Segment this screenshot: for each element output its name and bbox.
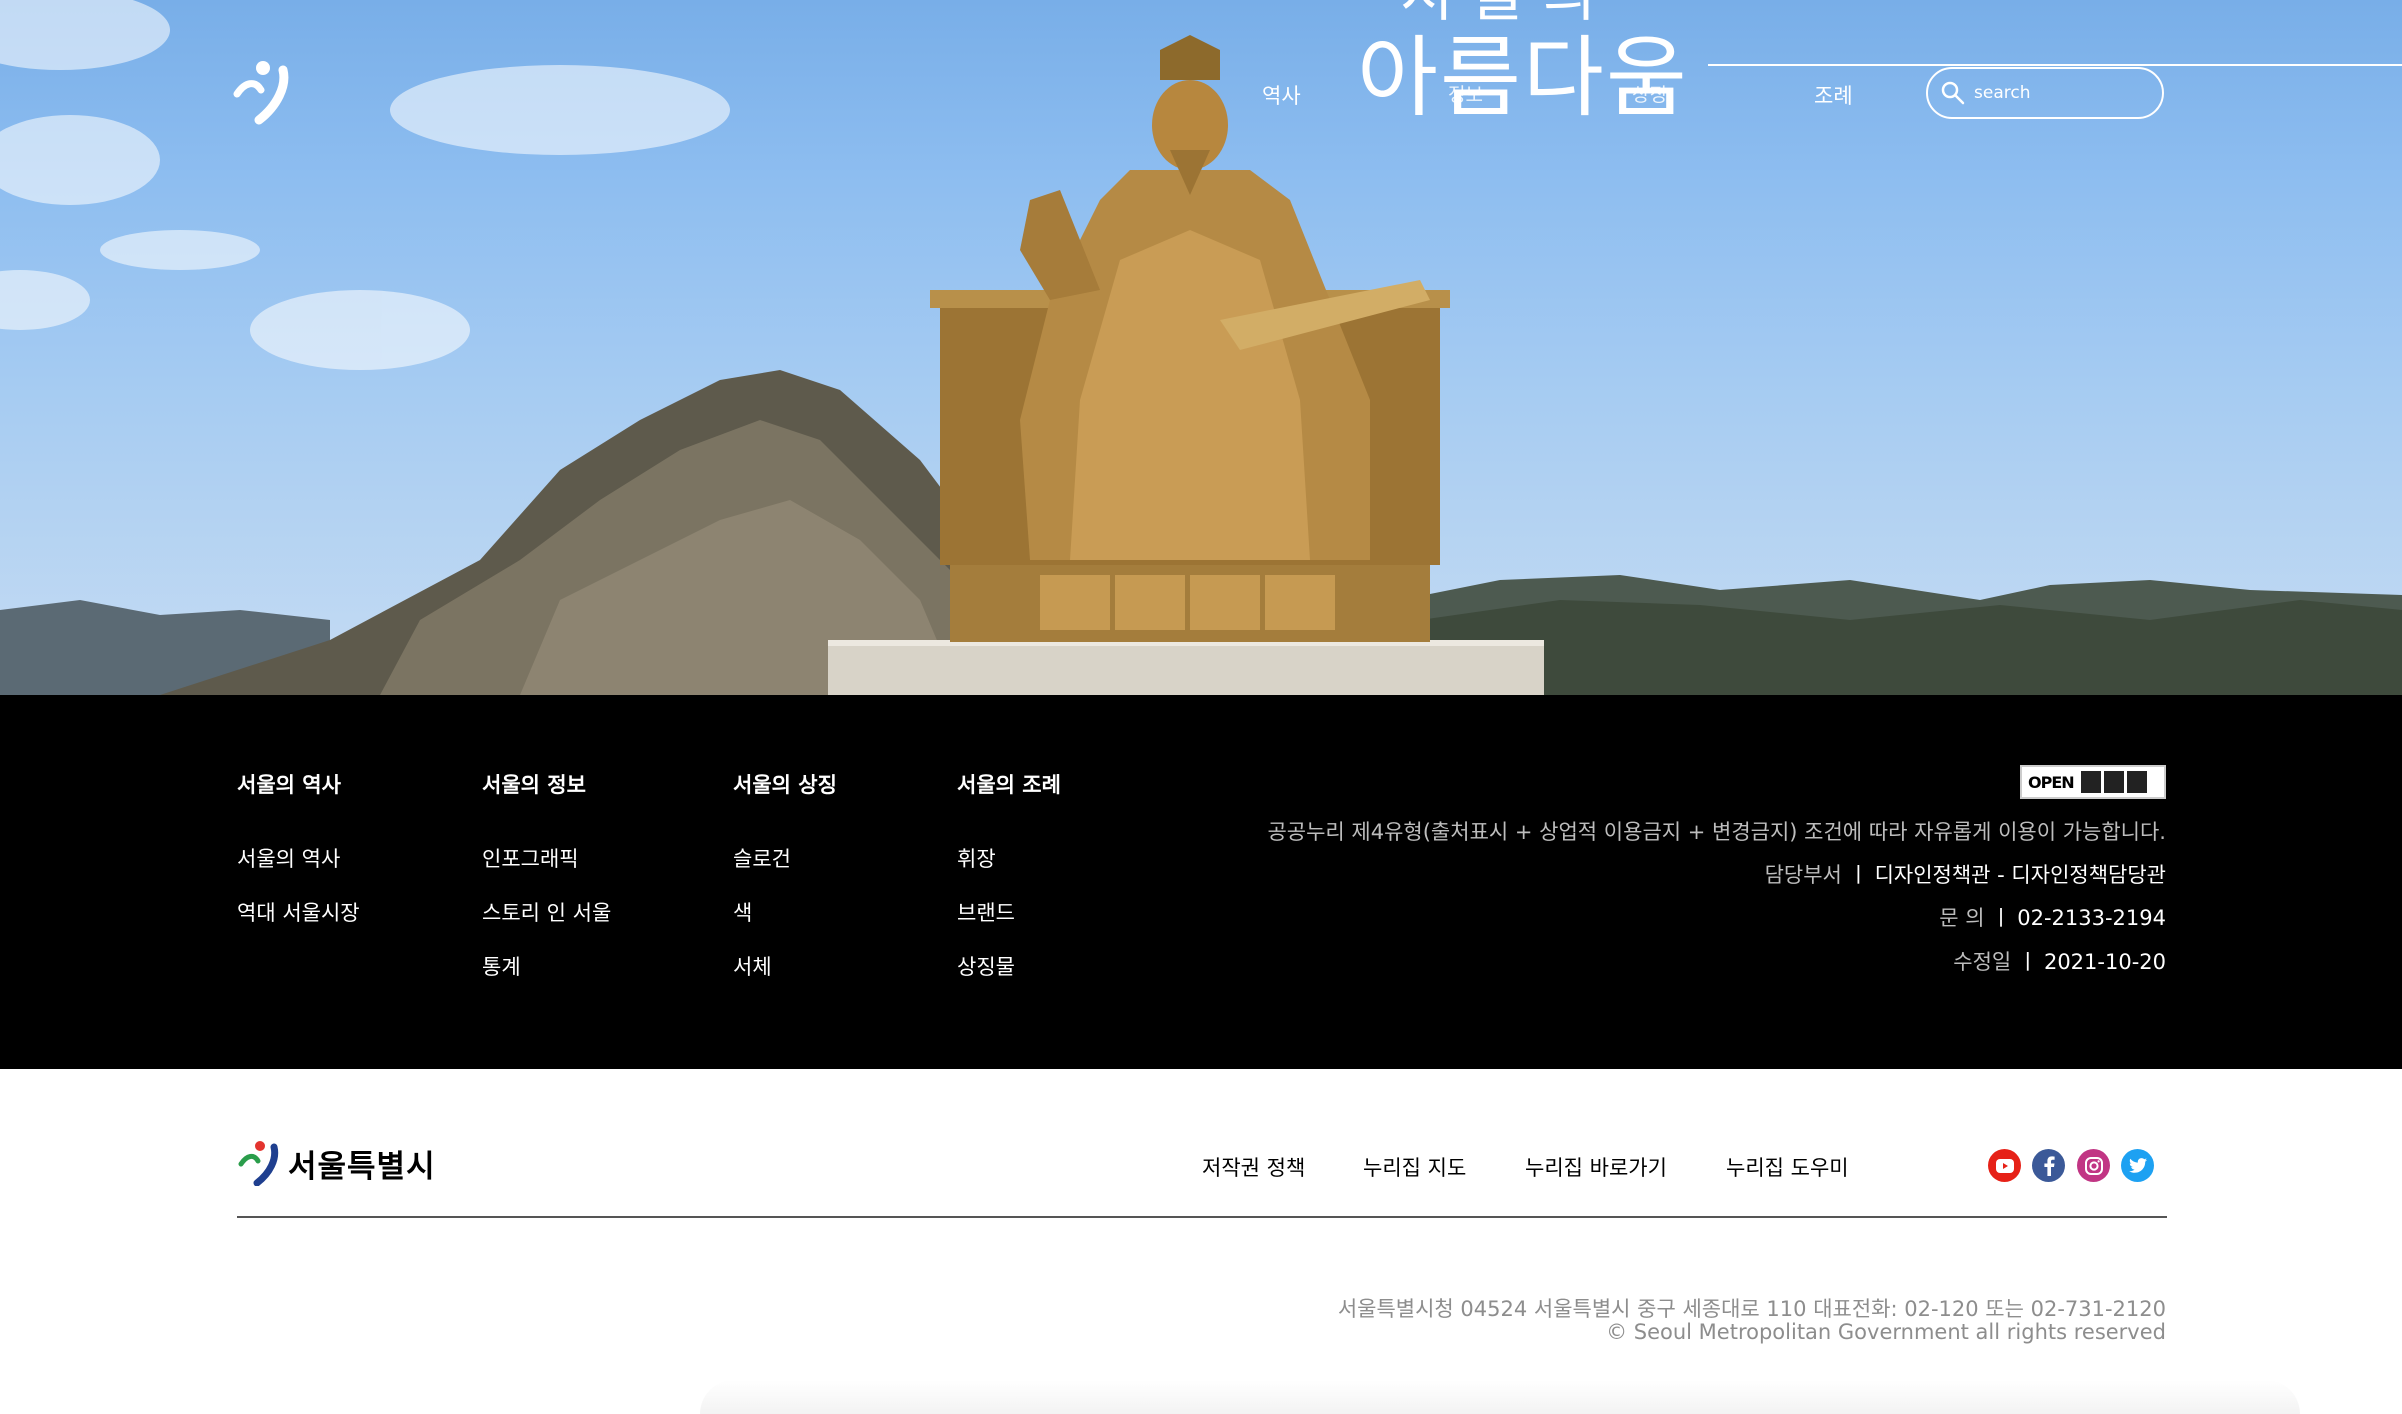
license-noncommercial-icon — [2103, 771, 2124, 793]
copyright-text: © Seoul Metropolitan Government all righ… — [1606, 1320, 2166, 1344]
seoul-logo-icon[interactable] — [233, 60, 293, 125]
shortcuts-link[interactable]: 누리집 바로가기 — [1525, 1152, 1667, 1182]
modified-date: 2021-10-20 — [2043, 950, 2166, 974]
sitemap-link[interactable]: 누리집 지도 — [1363, 1152, 1466, 1182]
footer-link[interactable]: 인포그래픽 — [482, 843, 611, 897]
youtube-icon[interactable] — [1988, 1149, 2021, 1182]
scroll-edge — [700, 1380, 2300, 1414]
hero-banner: 서울의 아름다움 역사 정보 상징 조례 — [0, 0, 2402, 695]
modified-label: 수정일 — [1953, 950, 2012, 974]
footer-column-heading: 서울의 상징 — [733, 773, 837, 797]
footer-sitemap: 서울의 역사 서울의 역사 역대 서울시장 서울의 정보 인포그래픽 스토리 인… — [0, 695, 2402, 1069]
license-text: 공공누리 제4유형(출처표시 + 상업적 이용금지 + 변경금지) 조건에 따라… — [1267, 820, 2166, 844]
hero-heading: 아름다움 — [1357, 26, 1689, 129]
inquiry-label: 문 의 — [1939, 906, 1985, 930]
footer-link[interactable]: 서울의 역사 — [237, 843, 360, 897]
footer-column-history: 서울의 역사 서울의 역사 역대 서울시장 — [237, 769, 360, 951]
nav-divider — [1708, 64, 2402, 66]
modified-info: 수정일 ㅣ 2021-10-20 — [1953, 946, 2166, 976]
footer-column-heading: 서울의 조례 — [957, 773, 1061, 797]
footer-link[interactable]: 슬로건 — [733, 843, 837, 897]
city-hall-address: 서울특별시청 04524 서울특별시 중구 세종대로 110 대표전화: 02-… — [1337, 1297, 2166, 1321]
facebook-icon[interactable] — [2032, 1149, 2065, 1182]
separator: ㅣ — [1991, 906, 2011, 930]
search-box[interactable] — [1926, 67, 2164, 119]
footer-column-heading: 서울의 역사 — [237, 773, 341, 797]
department-label: 담당부서 — [1764, 863, 1842, 887]
nav-info[interactable]: 정보 — [1448, 80, 1483, 107]
nav-history[interactable]: 역사 — [1262, 80, 1301, 110]
footer-link[interactable]: 역대 서울시장 — [237, 897, 360, 951]
seoul-symbol-icon — [238, 1141, 279, 1186]
copyright-policy-link[interactable]: 저작권 정책 — [1202, 1152, 1305, 1182]
search-icon[interactable] — [1940, 80, 1966, 106]
help-link[interactable]: 누리집 도우미 — [1726, 1152, 1849, 1182]
twitter-icon[interactable] — [2121, 1149, 2154, 1182]
footer-link[interactable]: 색 — [733, 897, 837, 951]
separator: ㅣ — [2017, 950, 2038, 974]
footer-column-symbol: 서울의 상징 슬로건 색 서체 — [733, 769, 837, 1005]
department-info: 담당부서 ㅣ 디자인정책관 - 디자인정책담당관 — [1765, 859, 2166, 889]
inquiry-phone: 02-2133-2194 — [2017, 906, 2166, 930]
footer-link[interactable]: 휘장 — [957, 843, 1061, 897]
footer-link[interactable]: 서체 — [733, 951, 837, 1005]
footer-link[interactable]: 스토리 인 서울 — [482, 897, 611, 951]
footer-column-heading: 서울의 정보 — [482, 773, 586, 797]
footer-divider — [237, 1216, 2167, 1218]
license-attribution-icon — [2080, 771, 2101, 793]
footer-link[interactable]: 상징물 — [957, 951, 1061, 1005]
footer-column-ceremony: 서울의 조례 휘장 브랜드 상징물 — [957, 769, 1061, 1005]
license-noderivs-icon — [2126, 771, 2147, 793]
kogl-open-badge[interactable]: OPEN — [2020, 765, 2166, 799]
seoul-logo-text: 서울특별시 — [288, 1148, 436, 1185]
open-badge-label: OPEN — [2028, 772, 2075, 792]
department-value: 디자인정책관 - 디자인정책담당관 — [1874, 863, 2166, 887]
footer-link[interactable]: 브랜드 — [957, 897, 1061, 951]
footer-column-info: 서울의 정보 인포그래픽 스토리 인 서울 통계 — [482, 769, 611, 1005]
search-input[interactable] — [1972, 82, 2146, 104]
inquiry-info: 문 의 ㅣ 02-2133-2194 — [1939, 902, 2166, 932]
seoul-city-logo[interactable]: 서울특별시 — [238, 1140, 436, 1186]
instagram-icon[interactable] — [2077, 1149, 2110, 1182]
nav-ceremony[interactable]: 조례 — [1814, 80, 1853, 110]
footer-link[interactable]: 통계 — [482, 951, 611, 1005]
nav-symbol[interactable]: 상징 — [1632, 80, 1667, 107]
separator: ㅣ — [1848, 863, 1868, 887]
